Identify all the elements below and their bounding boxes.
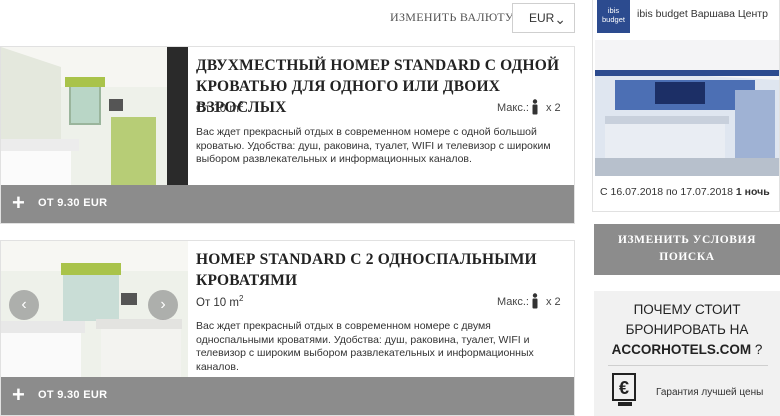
person-icon [532, 293, 538, 309]
max-occupancy-label: Макс.: [497, 102, 529, 114]
hotel-summary: ibis budget ibis budget Варшава Центр С … [592, 0, 780, 212]
chevron-down-icon: ⌄ [554, 11, 566, 27]
room-card: ДВУХМЕСТНЫЙ НОМЕР STANDARD С ОДНОЙ КРОВА… [0, 46, 575, 224]
room-title: НОМЕР STANDARD С 2 ОДНОСПАЛЬНЫМИ КРОВАТЯ… [196, 251, 537, 289]
room-area: От 10 m2 [196, 294, 244, 309]
max-occupancy-count: x 2 [546, 296, 561, 308]
room-description: Вас ждет прекрасный отдых в современном … [196, 126, 551, 165]
plus-icon: + [12, 382, 25, 407]
room-card: ‹ › НОМЕР STANDARD С 2 ОДНОСПАЛЬНЫМИ КРО… [0, 240, 575, 416]
max-occupancy-count: x 2 [546, 102, 561, 114]
room-description: Вас ждет прекрасный отдых в современном … [196, 320, 534, 373]
price-bar[interactable]: + ОТ 9.30 EUR [1, 377, 574, 415]
best-price-guarantee: Гарантия лучшей цены [656, 387, 764, 398]
why-book-heading: ПОЧЕМУ СТОИТ БРОНИРОВАТЬ НА ACCORHOTELS.… [611, 302, 763, 357]
divider [608, 365, 768, 366]
svg-text:€: € [619, 378, 629, 398]
max-occupancy-label: Макс.: [497, 296, 529, 308]
price-label: ОТ 9.30 EUR [38, 389, 108, 401]
plus-icon: + [12, 190, 25, 215]
price-label: ОТ 9.30 EUR [38, 197, 108, 209]
currency-value: EUR [529, 11, 555, 25]
room-area: От 10 m2 [196, 100, 244, 115]
person-icon [532, 99, 538, 115]
currency-select[interactable]: EUR ⌄ [512, 3, 575, 33]
currency-label: ИЗМЕНИТЬ ВАЛЮТУ : [390, 10, 521, 24]
carousel-prev-arrow[interactable]: ‹ [9, 290, 39, 320]
ibis-budget-logo: ibis budget [597, 0, 630, 33]
price-bar[interactable]: + ОТ 9.30 EUR [1, 185, 574, 223]
carousel-next-arrow[interactable]: › [148, 290, 178, 320]
modify-search-button[interactable]: ИЗМЕНИТЬ УСЛОВИЯ ПОИСКА [594, 224, 780, 275]
hotel-photo [595, 40, 779, 176]
stay-dates: С 16.07.2018 по 17.07.2018 1 ночь [600, 186, 770, 198]
euro-price-icon: € [612, 373, 636, 406]
room-photo [1, 47, 188, 187]
hotel-name: ibis budget Варшава Центр [637, 8, 768, 20]
